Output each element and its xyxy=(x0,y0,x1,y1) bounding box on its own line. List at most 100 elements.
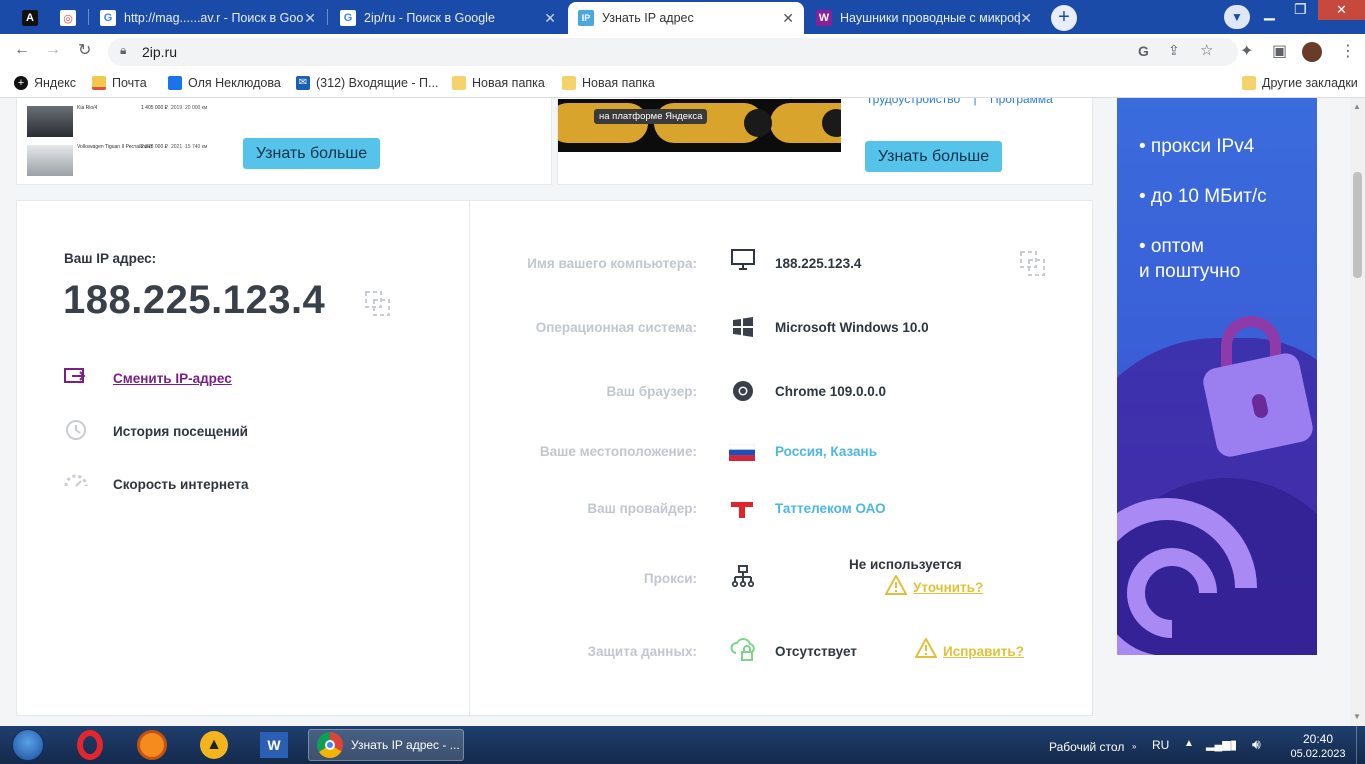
monitor-icon xyxy=(731,249,755,270)
history-link[interactable]: История посещений xyxy=(113,424,248,439)
folder-icon xyxy=(562,76,576,90)
bookmark-label: Почта xyxy=(112,76,147,90)
reload-icon[interactable]: ↻ xyxy=(78,40,91,60)
tab-0[interactable]: A xyxy=(12,2,46,34)
card-divider xyxy=(469,201,470,717)
chrome-icon xyxy=(733,381,753,401)
close-tab-icon[interactable]: ✕ xyxy=(544,10,556,27)
provider-value[interactable]: Таттелеком ОАО xyxy=(775,501,886,516)
network-icon xyxy=(731,565,755,587)
desktop-chevron-icon[interactable]: » xyxy=(1132,742,1136,751)
show-hidden-icons[interactable]: ▲ xyxy=(1184,738,1194,749)
speed-link[interactable]: Скорость интернета xyxy=(113,477,248,492)
ip-address[interactable]: 188.225.123.4 xyxy=(63,278,325,323)
google-translate-icon[interactable]: G xyxy=(1138,43,1149,59)
car-year: 2021 xyxy=(171,144,183,150)
bookmark-inbox[interactable]: ✉ (312) Входящие - П... xyxy=(296,76,438,90)
browser-toolbar: ← → ↻ 🔒︎ 2ip.ru G ⇪ ☆ ✦ ▣ ⋮ xyxy=(0,34,1365,70)
tab-google-search-2[interactable]: G 2ip/ru - Поиск в Google ✕ xyxy=(330,2,566,34)
clock-time[interactable]: 20:40 xyxy=(1294,732,1342,746)
extensions-icon[interactable]: ✦ xyxy=(1240,41,1253,61)
history-icon xyxy=(66,420,86,440)
start-button[interactable] xyxy=(4,729,52,761)
page-scrollbar[interactable]: ▲ ▼ xyxy=(1350,98,1365,726)
change-ip-icon xyxy=(64,368,86,383)
bookmark-mail[interactable]: Почта xyxy=(92,76,147,90)
proxy-ad-banner[interactable]: • прокси IPv4 • до 10 МБит/с • оптом и п… xyxy=(1117,98,1317,655)
car-year: 2019 xyxy=(171,105,183,111)
close-tab-icon[interactable]: ✕ xyxy=(304,10,316,27)
copy-icon[interactable] xyxy=(365,291,391,317)
clock-date[interactable]: 05.02.2023 xyxy=(1282,748,1354,760)
taskbar-opera[interactable] xyxy=(66,729,114,761)
ad-card-yandex[interactable]: на платформе Яндекса Трудоустройство | П… xyxy=(557,98,1093,185)
tab-wildberries[interactable]: W Наушники проводные с микроф ✕ xyxy=(806,2,1042,34)
address-bar[interactable]: 🔒︎ 2ip.ru G ⇪ ☆ xyxy=(108,38,1238,66)
new-tab-button[interactable]: + xyxy=(1051,5,1077,31)
menu-icon[interactable]: ⋮ xyxy=(1340,41,1356,61)
forward-icon[interactable]: → xyxy=(45,41,61,59)
profile-avatar[interactable] xyxy=(1302,42,1322,62)
windows-taskbar: ▲ W Узнать IP адрес - ... Рабочий стол »… xyxy=(0,726,1365,764)
bookmark-other[interactable]: Другие закладки xyxy=(1242,76,1358,90)
protection-value: Отсутствует xyxy=(775,644,857,659)
browser-value: Chrome 109.0.0.0 xyxy=(775,384,887,399)
back-icon[interactable]: ← xyxy=(14,41,30,59)
ad-caption: на платформе Яндекса xyxy=(594,109,708,124)
maximize-icon[interactable]: ❐ xyxy=(1294,1,1307,18)
scroll-down-icon[interactable]: ▼ xyxy=(1353,712,1361,721)
fix-protection-link[interactable]: Исправить? xyxy=(943,644,1024,659)
bookmark-folder-2[interactable]: Новая папка xyxy=(562,76,655,90)
close-window-icon[interactable]: ✕ xyxy=(1318,0,1365,20)
a-app-icon: A xyxy=(22,10,38,26)
side-panel-icon[interactable]: ▣ xyxy=(1272,41,1287,61)
lock-icon[interactable]: 🔒︎ xyxy=(120,43,126,58)
taskbar-aimp[interactable]: ▲ xyxy=(190,729,238,761)
volume-icon[interactable]: 🔊︎ xyxy=(1252,736,1261,753)
taskbar-media-player[interactable] xyxy=(126,729,178,761)
close-tab-icon[interactable]: ✕ xyxy=(782,10,794,27)
taskbar-chrome-window[interactable]: Узнать IP адрес - ... xyxy=(308,729,464,761)
tab-google-search-1[interactable]: G http://mag......av.r - Поиск в Goo ✕ xyxy=(90,2,326,34)
pinned-site-icon: ◎ xyxy=(60,10,76,26)
bookmark-folder-1[interactable]: Новая папка xyxy=(452,76,545,90)
car-photo xyxy=(27,145,73,176)
tab-2ip-active[interactable]: IP Узнать IP адрес ✕ xyxy=(568,2,804,34)
yandex-icon: + xyxy=(14,76,28,90)
opera-icon xyxy=(77,730,103,760)
proxy-check-link[interactable]: Уточнить? xyxy=(913,580,983,595)
tab-search-icon[interactable]: ▼ xyxy=(1224,5,1250,29)
os-value: Microsoft Windows 10.0 xyxy=(775,320,929,335)
language-indicator[interactable]: RU xyxy=(1152,738,1169,752)
ad-link[interactable]: Программа xyxy=(990,98,1053,106)
scroll-thumb[interactable] xyxy=(1353,172,1362,278)
learn-more-button[interactable]: Узнать больше xyxy=(865,141,1002,172)
desktop-toolbar[interactable]: Рабочий стол xyxy=(1049,740,1124,754)
taskbar-window-title: Узнать IP адрес - ... xyxy=(351,738,460,752)
google-icon: G xyxy=(340,10,356,26)
network-signal-icon[interactable]: ▂▄▆ xyxy=(1206,738,1231,751)
chrome-icon xyxy=(317,732,343,758)
share-icon[interactable]: ⇪ xyxy=(1168,42,1180,59)
russia-flag-icon xyxy=(729,444,755,461)
url-text[interactable]: 2ip.ru xyxy=(142,44,177,60)
tab-1[interactable]: ◎ xyxy=(50,2,84,34)
ad-links[interactable]: Трудоустройство | Программа xyxy=(866,98,1053,106)
taskbar-word[interactable]: W xyxy=(250,729,298,761)
copy-icon[interactable] xyxy=(1020,251,1046,277)
bookmark-yandex[interactable]: + Яндекс xyxy=(14,76,76,90)
close-tab-icon[interactable]: ✕ xyxy=(1020,10,1032,27)
location-value[interactable]: Россия, Казань xyxy=(775,444,877,459)
ad-card-cars[interactable]: Kia Rio/4 1 405 000 ₽ 2019 20 000 км Vol… xyxy=(16,98,552,185)
bookmark-olya[interactable]: Оля Неклюдова xyxy=(168,76,281,90)
bookmark-label: (312) Входящие - П... xyxy=(316,76,439,90)
device-icon[interactable]: ▮ xyxy=(1230,737,1237,753)
learn-more-button[interactable]: Узнать больше xyxy=(243,138,380,169)
minimize-icon[interactable]: ▁ xyxy=(1264,4,1275,21)
change-ip-link[interactable]: Сменить IP-адрес xyxy=(113,371,232,386)
scroll-up-icon[interactable]: ▲ xyxy=(1353,102,1361,111)
warning-icon xyxy=(915,638,937,658)
ad-link[interactable]: Трудоустройство xyxy=(866,98,960,106)
show-desktop-button[interactable] xyxy=(1356,726,1365,764)
bookmark-star-icon[interactable]: ☆ xyxy=(1200,41,1213,59)
